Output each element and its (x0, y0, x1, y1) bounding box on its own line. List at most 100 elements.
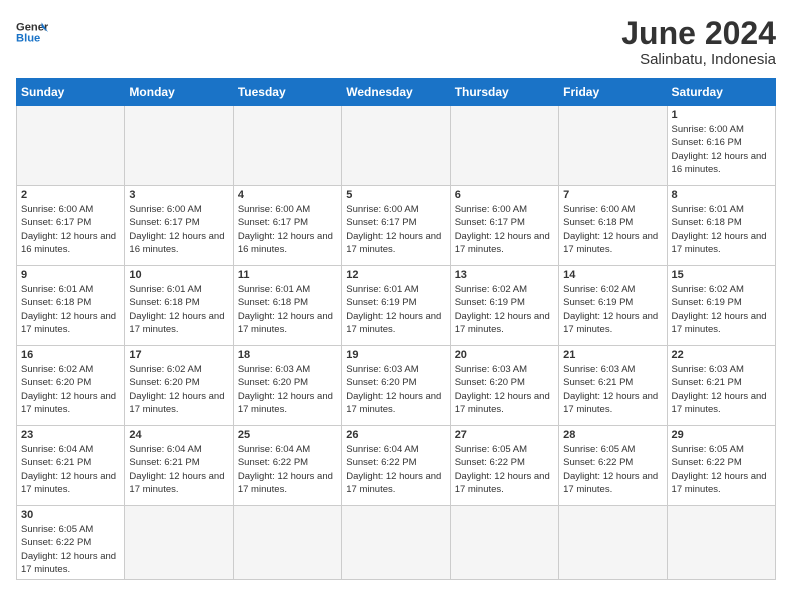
day-info: Sunrise: 6:05 AM Sunset: 6:22 PM Dayligh… (672, 443, 771, 496)
day-info: Sunrise: 6:01 AM Sunset: 6:18 PM Dayligh… (129, 283, 228, 336)
calendar-cell: 13Sunrise: 6:02 AM Sunset: 6:19 PM Dayli… (450, 266, 558, 346)
calendar-cell: 6 Sunrise: 6:00 AM Sunset: 6:17 PM Daylig… (450, 186, 558, 266)
day-info: Sunrise: 6:04 AM Sunset: 6:22 PM Dayligh… (238, 443, 337, 496)
calendar-cell: 21Sunrise: 6:03 AM Sunset: 6:21 PM Dayli… (559, 346, 667, 426)
day-info: Sunrise: 6:05 AM Sunset: 6:22 PM Dayligh… (563, 443, 662, 496)
day-number: 27 (455, 429, 554, 441)
calendar-cell: 14 Sunrise: 6:02 AM Sunset: 6:19 PM Dayli… (559, 266, 667, 346)
day-number: 5 (346, 189, 445, 201)
calendar-cell: 8 Sunrise: 6:01 AM Sunset: 6:18 PM Daylig… (667, 186, 775, 266)
day-info: Sunrise: 6:02 AM Sunset: 6:20 PM Dayligh… (21, 363, 120, 416)
day-number: 29 (672, 429, 771, 441)
calendar-cell: 11 Sunrise: 6:01 AM Sunset: 6:18 PM Dayli… (233, 266, 341, 346)
day-number: 13 (455, 269, 554, 281)
week-row-5: 23 Sunrise: 6:04 AM Sunset: 6:21 PM Dayli… (17, 426, 776, 506)
day-info: Sunrise: 6:04 AM Sunset: 6:22 PM Dayligh… (346, 443, 445, 496)
weekday-header-saturday: Saturday (667, 79, 775, 106)
day-info: Sunrise: 6:05 AM Sunset: 6:22 PM Dayligh… (21, 523, 120, 576)
day-info: Sunrise: 6:03 AM Sunset: 6:20 PM Dayligh… (455, 363, 554, 416)
svg-text:Blue: Blue (16, 33, 40, 45)
day-number: 6 (455, 189, 554, 201)
day-info: Sunrise: 6:03 AM Sunset: 6:21 PM Dayligh… (563, 363, 662, 416)
calendar-table: SundayMondayTuesdayWednesdayThursdayFrid… (16, 78, 776, 580)
calendar-cell: 7 Sunrise: 6:00 AM Sunset: 6:18 PM Daylig… (559, 186, 667, 266)
day-info: Sunrise: 6:05 AM Sunset: 6:22 PM Dayligh… (455, 443, 554, 496)
logo: General Blue (16, 16, 48, 48)
day-number: 23 (21, 429, 120, 441)
day-info: Sunrise: 6:02 AM Sunset: 6:19 PM Dayligh… (672, 283, 771, 336)
calendar-cell: 10Sunrise: 6:01 AM Sunset: 6:18 PM Dayli… (125, 266, 233, 346)
weekday-header-monday: Monday (125, 79, 233, 106)
calendar-cell: 18Sunrise: 6:03 AM Sunset: 6:20 PM Dayli… (233, 346, 341, 426)
day-info: Sunrise: 6:00 AM Sunset: 6:18 PM Dayligh… (563, 203, 662, 256)
day-info: Sunrise: 6:01 AM Sunset: 6:18 PM Dayligh… (238, 283, 337, 336)
calendar-cell: 4 Sunrise: 6:00 AM Sunset: 6:17 PM Daylig… (233, 186, 341, 266)
calendar-cell (559, 106, 667, 186)
day-number: 17 (129, 349, 228, 361)
week-row-6: 30Sunrise: 6:05 AM Sunset: 6:22 PM Dayli… (17, 506, 776, 580)
calendar-cell (17, 106, 125, 186)
day-info: Sunrise: 6:02 AM Sunset: 6:19 PM Dayligh… (563, 283, 662, 336)
calendar-cell: 25 Sunrise: 6:04 AM Sunset: 6:22 PM Dayli… (233, 426, 341, 506)
day-number: 18 (238, 349, 337, 361)
day-number: 26 (346, 429, 445, 441)
day-info: Sunrise: 6:00 AM Sunset: 6:17 PM Dayligh… (129, 203, 228, 256)
week-row-1: 1 Sunrise: 6:00 AM Sunset: 6:16 PM Daylig… (17, 106, 776, 186)
title-area: June 2024 Salinbatu, Indonesia (621, 16, 776, 68)
calendar-cell: 1 Sunrise: 6:00 AM Sunset: 6:16 PM Daylig… (667, 106, 775, 186)
day-number: 20 (455, 349, 554, 361)
day-number: 9 (21, 269, 120, 281)
day-number: 8 (672, 189, 771, 201)
day-number: 7 (563, 189, 662, 201)
calendar-cell (450, 506, 558, 580)
day-number: 16 (21, 349, 120, 361)
day-number: 11 (238, 269, 337, 281)
calendar-cell (342, 506, 450, 580)
calendar-cell (233, 506, 341, 580)
calendar-cell: 12 Sunrise: 6:01 AM Sunset: 6:19 PM Dayli… (342, 266, 450, 346)
week-row-2: 2 Sunrise: 6:00 AM Sunset: 6:17 PM Daylig… (17, 186, 776, 266)
day-number: 2 (21, 189, 120, 201)
day-info: Sunrise: 6:00 AM Sunset: 6:17 PM Dayligh… (238, 203, 337, 256)
calendar-cell (233, 106, 341, 186)
calendar-cell: 24Sunrise: 6:04 AM Sunset: 6:21 PM Dayli… (125, 426, 233, 506)
calendar-cell (559, 506, 667, 580)
weekday-header-wednesday: Wednesday (342, 79, 450, 106)
calendar-cell: 30Sunrise: 6:05 AM Sunset: 6:22 PM Dayli… (17, 506, 125, 580)
calendar-cell: 9 Sunrise: 6:01 AM Sunset: 6:18 PM Daylig… (17, 266, 125, 346)
day-number: 3 (129, 189, 228, 201)
calendar-cell: 27 Sunrise: 6:05 AM Sunset: 6:22 PM Dayli… (450, 426, 558, 506)
day-info: Sunrise: 6:00 AM Sunset: 6:17 PM Dayligh… (21, 203, 120, 256)
day-info: Sunrise: 6:00 AM Sunset: 6:16 PM Dayligh… (672, 123, 771, 176)
day-number: 22 (672, 349, 771, 361)
day-info: Sunrise: 6:03 AM Sunset: 6:20 PM Dayligh… (346, 363, 445, 416)
day-number: 25 (238, 429, 337, 441)
calendar-cell (342, 106, 450, 186)
day-number: 28 (563, 429, 662, 441)
calendar-cell: 20 Sunrise: 6:03 AM Sunset: 6:20 PM Dayli… (450, 346, 558, 426)
day-info: Sunrise: 6:04 AM Sunset: 6:21 PM Dayligh… (21, 443, 120, 496)
calendar-cell: 28 Sunrise: 6:05 AM Sunset: 6:22 PM Dayli… (559, 426, 667, 506)
day-info: Sunrise: 6:00 AM Sunset: 6:17 PM Dayligh… (455, 203, 554, 256)
day-number: 1 (672, 109, 771, 121)
day-info: Sunrise: 6:04 AM Sunset: 6:21 PM Dayligh… (129, 443, 228, 496)
calendar-cell: 22Sunrise: 6:03 AM Sunset: 6:21 PM Dayli… (667, 346, 775, 426)
weekday-header-tuesday: Tuesday (233, 79, 341, 106)
calendar-cell: 19Sunrise: 6:03 AM Sunset: 6:20 PM Dayli… (342, 346, 450, 426)
header: General Blue June 2024 Salinbatu, Indone… (16, 16, 776, 68)
calendar-cell: 5Sunrise: 6:00 AM Sunset: 6:17 PM Daylig… (342, 186, 450, 266)
day-number: 14 (563, 269, 662, 281)
day-info: Sunrise: 6:01 AM Sunset: 6:18 PM Dayligh… (21, 283, 120, 336)
day-number: 4 (238, 189, 337, 201)
day-number: 12 (346, 269, 445, 281)
calendar-subtitle: Salinbatu, Indonesia (621, 51, 776, 68)
calendar-cell: 23 Sunrise: 6:04 AM Sunset: 6:21 PM Dayli… (17, 426, 125, 506)
calendar-cell: 16 Sunrise: 6:02 AM Sunset: 6:20 PM Dayli… (17, 346, 125, 426)
calendar-cell (125, 506, 233, 580)
day-info: Sunrise: 6:01 AM Sunset: 6:18 PM Dayligh… (672, 203, 771, 256)
week-row-4: 16 Sunrise: 6:02 AM Sunset: 6:20 PM Dayli… (17, 346, 776, 426)
day-info: Sunrise: 6:01 AM Sunset: 6:19 PM Dayligh… (346, 283, 445, 336)
calendar-cell: 29 Sunrise: 6:05 AM Sunset: 6:22 PM Dayli… (667, 426, 775, 506)
calendar-cell (125, 106, 233, 186)
week-row-3: 9 Sunrise: 6:01 AM Sunset: 6:18 PM Daylig… (17, 266, 776, 346)
